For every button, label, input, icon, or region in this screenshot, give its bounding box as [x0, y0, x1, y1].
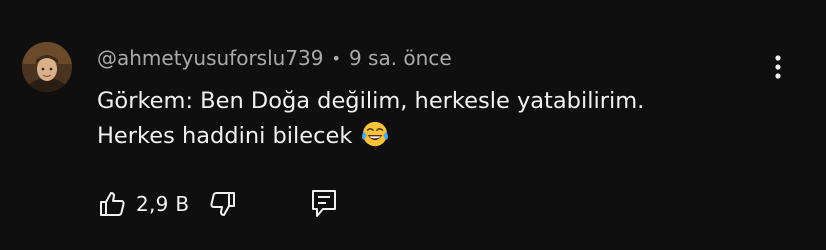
face-with-tears-of-joy-icon — [362, 121, 389, 147]
avatar-image — [22, 42, 72, 92]
comment-text: Görkem: Ben Doğa değilim, herkesle yatab… — [97, 84, 777, 154]
more-options-button[interactable] — [765, 50, 791, 84]
like-button[interactable] — [96, 186, 128, 222]
vertical-dots-icon — [775, 55, 781, 79]
comment-text-line-1: Görkem: Ben Doğa değilim, herkesle yatab… — [97, 88, 645, 114]
dislike-button[interactable] — [207, 186, 239, 222]
avatar[interactable] — [22, 42, 72, 92]
comment-header: @ahmetyusuforslu739 • 9 sa. önce — [97, 44, 452, 72]
meta-separator: • — [331, 48, 341, 68]
thumbs-up-icon — [100, 192, 125, 216]
thumbs-down-icon — [210, 192, 236, 216]
comment-text-line-2-text: Herkes haddini bilecek — [97, 123, 353, 149]
like-count: 2,9 B — [136, 192, 190, 216]
comment-item: @ahmetyusuforslu739 • 9 sa. önce Görkem:… — [0, 0, 826, 250]
comment-timestamp[interactable]: 9 sa. önce — [349, 46, 452, 70]
comment-text-line-2: Herkes haddini bilecek — [97, 119, 777, 154]
reply-button[interactable] — [309, 186, 339, 222]
author-name[interactable]: @ahmetyusuforslu739 — [97, 46, 324, 70]
reply-comment-icon — [312, 190, 337, 217]
comment-actions: 2,9 B — [96, 186, 339, 222]
